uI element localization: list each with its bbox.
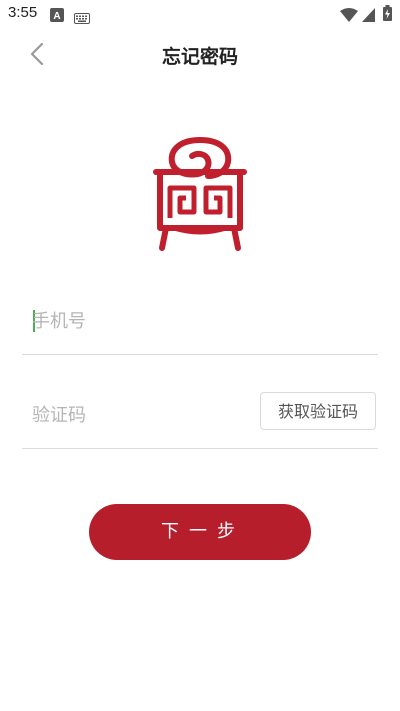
signal-icon <box>362 7 375 26</box>
status-time: 3:55 <box>8 4 38 21</box>
wifi-icon <box>340 7 358 26</box>
get-code-button[interactable]: 获取验证码 <box>260 392 376 430</box>
phone-field <box>22 290 378 355</box>
forgot-password-screen: 3:55 A 忘记密码 手机号 验证码 获取验证码 下一步 <box>0 0 400 711</box>
battery-charging-icon <box>383 5 392 25</box>
app-header: 忘记密码 <box>0 28 400 84</box>
next-step-button[interactable]: 下一步 <box>89 504 311 560</box>
phone-input[interactable] <box>32 306 252 336</box>
svg-text:A: A <box>53 11 60 22</box>
page-title: 忘记密码 <box>161 46 238 68</box>
verification-code-input[interactable] <box>32 400 252 430</box>
verification-code-field: 获取验证码 <box>22 384 378 449</box>
status-bar: 3:55 A <box>0 0 400 28</box>
keyboard-icon <box>74 9 90 28</box>
notification-a-icon: A <box>50 7 64 26</box>
red-seal-logo <box>150 132 250 252</box>
